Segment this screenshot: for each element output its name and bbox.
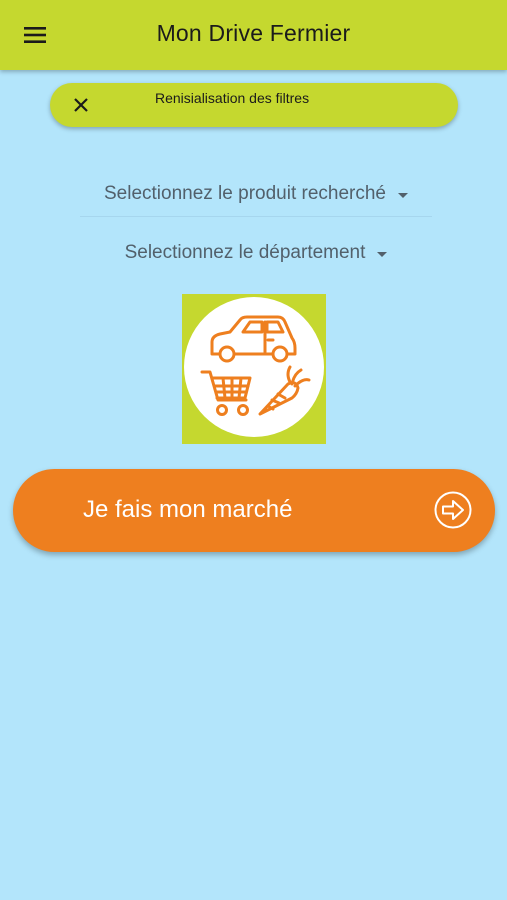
reset-filters-chip[interactable]: Renisialisation des filtres xyxy=(50,83,458,127)
product-dropdown-label: Selectionnez le produit recherché xyxy=(103,183,386,204)
reset-filters-label: Renisialisation des filtres xyxy=(155,90,310,106)
caret-down-icon xyxy=(377,251,388,257)
department-dropdown-label: Selectionnez le département xyxy=(124,242,366,263)
app-bar: Mon Drive Fermier xyxy=(0,0,507,70)
arrow-right-circle-icon xyxy=(434,491,472,529)
close-icon[interactable] xyxy=(70,94,92,116)
product-dropdown[interactable]: Selectionnez le produit recherché xyxy=(80,172,432,217)
caret-down-icon xyxy=(398,192,408,198)
app-title: Mon Drive Fermier xyxy=(156,20,351,46)
department-dropdown[interactable]: Selectionnez le département xyxy=(80,231,432,275)
start-shopping-label: Je fais mon marché xyxy=(83,496,293,523)
app-logo xyxy=(182,294,326,444)
start-shopping-button[interactable]: Je fais mon marché xyxy=(13,469,495,552)
